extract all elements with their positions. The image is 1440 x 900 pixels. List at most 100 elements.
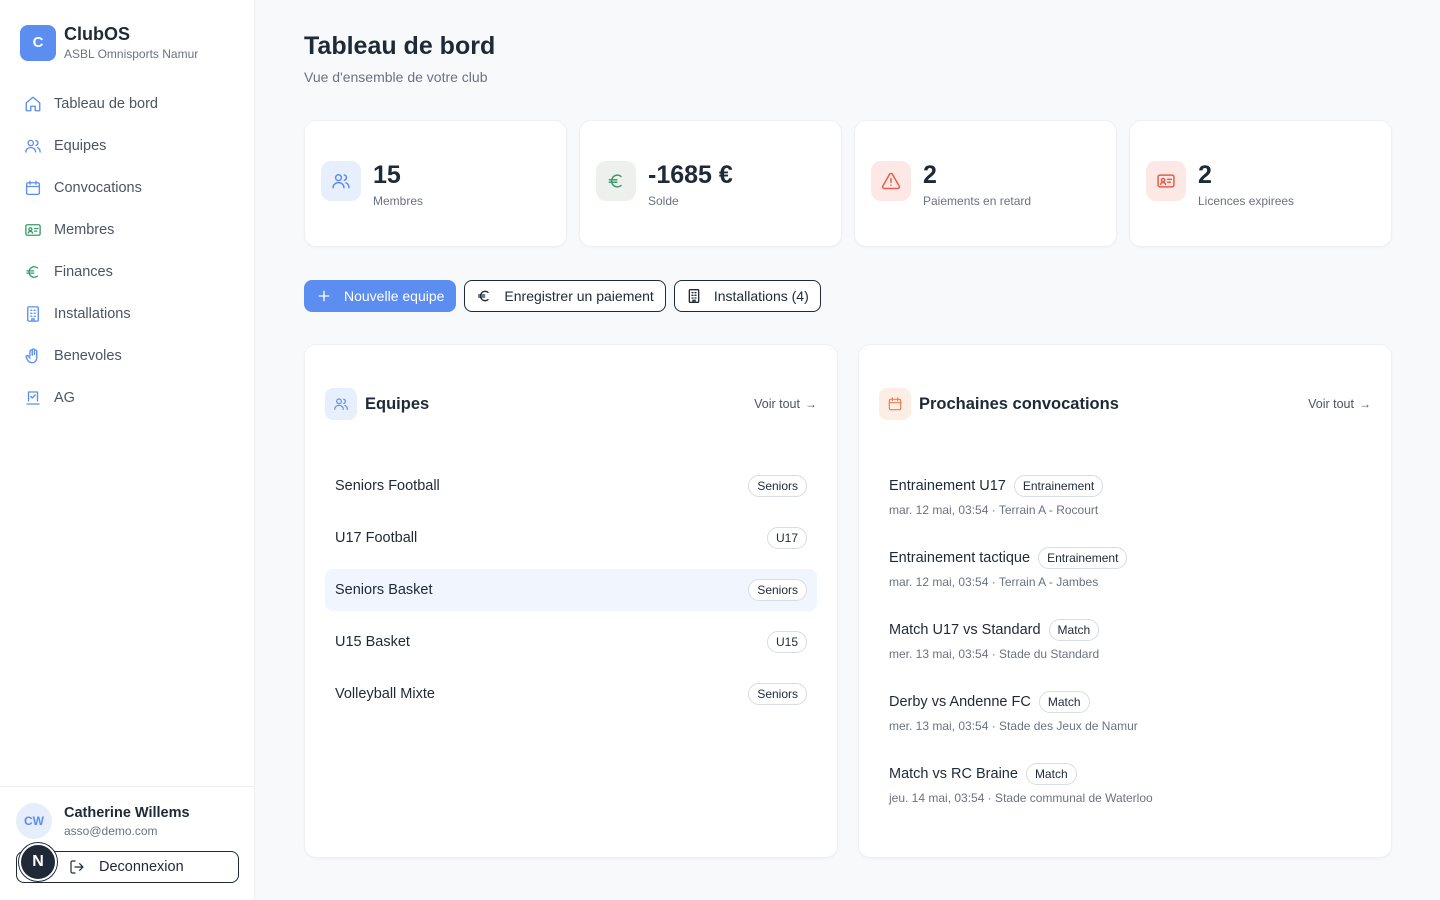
users-icon xyxy=(321,161,361,201)
sidebar-item-equipes[interactable]: Equipes xyxy=(16,125,238,167)
record-payment-button[interactable]: Enregistrer un paiement xyxy=(464,280,666,312)
arrow-right-icon: → xyxy=(805,397,817,411)
convocation-meta: jeu. 14 mai, 03:54 · Stade communal de W… xyxy=(889,791,1153,805)
sidebar-item-ag[interactable]: AG xyxy=(16,377,238,419)
team-row[interactable]: Volleyball Mixte Seniors xyxy=(325,673,817,715)
users-icon xyxy=(325,388,357,420)
sidebar-item-label: Finances xyxy=(54,264,113,280)
calendar-icon xyxy=(24,179,42,197)
team-row[interactable]: U15 Basket U15 xyxy=(325,621,817,663)
convocation-type-badge: Match xyxy=(1048,619,1100,641)
building-icon xyxy=(688,289,700,303)
brand-name: ClubOS xyxy=(64,24,130,44)
stat-value: 15 xyxy=(373,161,401,189)
sidebar-item-benevoles[interactable]: Benevoles xyxy=(16,335,238,377)
convocation-meta: mar. 12 mai, 03:54 · Terrain A - Rocourt xyxy=(889,503,1099,517)
arrow-right-icon: → xyxy=(1359,397,1371,411)
team-name: Volleyball Mixte xyxy=(335,686,435,702)
team-list: Seniors Football Seniors U17 Football U1… xyxy=(325,465,817,725)
stat-card-licences-expirees: 2 Licences expirees xyxy=(1129,120,1392,247)
record-payment-label: Enregistrer un paiement xyxy=(504,288,654,304)
convocation-item[interactable]: Entrainement U17 Entrainement mar. 12 ma… xyxy=(889,475,1371,547)
sidebar-item-convocations[interactable]: Convocations xyxy=(16,167,238,209)
stat-card-paiements-en-retard: 2 Paiements en retard xyxy=(854,120,1117,247)
page-title: Tableau de bord xyxy=(304,32,496,60)
sidebar-item-finances[interactable]: Finances xyxy=(16,251,238,293)
users-icon xyxy=(24,137,42,155)
team-category-badge: Seniors xyxy=(748,579,807,601)
brand-logo: C xyxy=(20,24,56,61)
convocation-item[interactable]: Match vs RC Braine Match jeu. 14 mai, 03… xyxy=(889,763,1371,835)
hand-icon xyxy=(24,347,42,365)
logout-icon xyxy=(70,860,84,874)
page-subtitle: Vue d'ensemble de votre club xyxy=(304,69,488,85)
sidebar-item-installations[interactable]: Installations xyxy=(16,293,238,335)
stat-card-membres: 15 Membres xyxy=(304,120,567,247)
plus-icon xyxy=(318,290,330,302)
team-name: U17 Football xyxy=(335,530,418,546)
facilities-button[interactable]: Installations (4) xyxy=(673,280,821,312)
convocation-title: Entrainement U17 xyxy=(889,478,1006,494)
calendar-icon xyxy=(879,388,911,420)
convocation-type-badge: Entrainement xyxy=(1013,475,1104,497)
user-name: Catherine Willems xyxy=(64,805,190,821)
convocation-title: Entrainement tactique xyxy=(889,550,1031,566)
panel-title: Equipes xyxy=(365,394,430,413)
see-all-convocations-link[interactable]: Voir tout → xyxy=(1308,397,1371,411)
sidebar-item-tableau-de-bord[interactable]: Tableau de bord xyxy=(16,83,238,125)
see-all-label: Voir tout xyxy=(754,397,800,411)
new-team-button[interactable]: Nouvelle equipe xyxy=(304,280,457,312)
id-card-icon xyxy=(24,221,42,239)
convocation-item[interactable]: Derby vs Andenne FC Match mer. 13 mai, 0… xyxy=(889,691,1371,763)
convocation-meta: mer. 13 mai, 03:54 · Stade du Standard xyxy=(889,647,1100,661)
convocation-meta: mer. 13 mai, 03:54 · Stade des Jeux de N… xyxy=(889,719,1138,733)
team-row[interactable]: U17 Football U17 xyxy=(325,517,817,559)
sidebar-item-membres[interactable]: Membres xyxy=(16,209,238,251)
team-category-badge: U17 xyxy=(766,527,807,549)
brand[interactable]: C ClubOS ASBL Omnisports Namur xyxy=(20,24,198,61)
team-row[interactable]: Seniors Basket Seniors xyxy=(325,569,817,611)
convocation-type-badge: Match xyxy=(1038,691,1090,713)
facilities-label: Installations (4) xyxy=(713,288,809,304)
convocation-list: Entrainement U17 Entrainement mar. 12 ma… xyxy=(889,475,1371,835)
sidebar-item-label: Equipes xyxy=(54,138,107,154)
team-row[interactable]: Seniors Football Seniors xyxy=(325,465,817,507)
convocations-panel-header: Prochaines convocations Voir tout → xyxy=(879,388,1371,420)
euro-icon xyxy=(596,161,636,201)
euro-icon xyxy=(24,263,42,281)
convocations-panel: Prochaines convocations Voir tout → Entr… xyxy=(858,344,1392,858)
brand-subtitle: ASBL Omnisports Namur xyxy=(64,47,199,61)
teams-panel: Equipes Voir tout → Seniors Football Sen… xyxy=(304,344,838,858)
stat-value: 2 xyxy=(1198,161,1212,189)
team-name: Seniors Football xyxy=(335,478,440,494)
sidebar-item-label: Convocations xyxy=(54,180,142,196)
avatar: CW xyxy=(16,803,52,839)
sidebar-item-label: Tableau de bord xyxy=(54,96,158,112)
panel-title: Prochaines convocations xyxy=(919,394,1119,413)
see-all-teams-link[interactable]: Voir tout → xyxy=(754,397,817,411)
convocation-title: Derby vs Andenne FC xyxy=(889,694,1031,710)
stat-label: Paiements en retard xyxy=(923,194,1032,208)
convocation-item[interactable]: Entrainement tactique Entrainement mar. … xyxy=(889,547,1371,619)
sidebar-item-label: Installations xyxy=(54,306,131,322)
warning-icon xyxy=(871,161,911,201)
convocation-title: Match U17 vs Standard xyxy=(889,622,1041,638)
sidebar-item-label: Membres xyxy=(54,222,115,238)
convocation-meta: mar. 12 mai, 03:54 · Terrain A - Jambes xyxy=(889,575,1099,589)
logout-label: Deconnexion xyxy=(99,859,184,875)
sidebar: C ClubOS ASBL Omnisports Namur Tableau d… xyxy=(0,0,255,900)
team-name: Seniors Basket xyxy=(335,582,433,598)
team-category-badge: Seniors xyxy=(748,683,807,705)
dev-tools-badge[interactable]: N xyxy=(19,843,57,881)
team-name: U15 Basket xyxy=(335,634,410,650)
home-icon xyxy=(24,95,42,113)
convocation-type-badge: Match xyxy=(1025,763,1077,785)
stat-label: Solde xyxy=(648,194,679,208)
convocation-type-badge: Entrainement xyxy=(1038,547,1128,569)
stat-card-solde: -1685 € Solde xyxy=(579,120,842,247)
sidebar-item-label: Benevoles xyxy=(54,348,122,364)
euro-icon xyxy=(478,290,490,302)
user-email: asso@demo.com xyxy=(64,824,158,838)
convocation-title: Match vs RC Braine xyxy=(889,766,1018,782)
convocation-item[interactable]: Match U17 vs Standard Match mer. 13 mai,… xyxy=(889,619,1371,691)
